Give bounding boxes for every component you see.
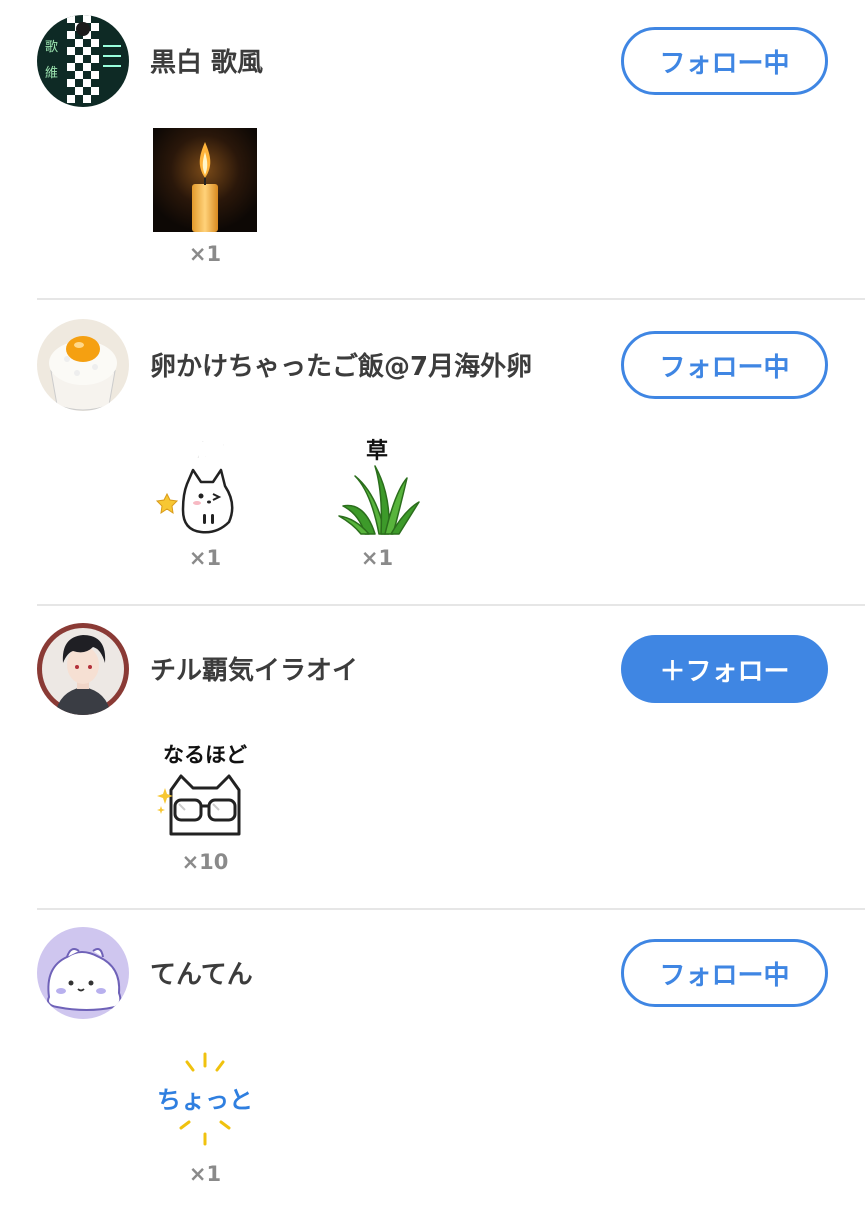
avatar-logo-text: 歌 (45, 40, 58, 55)
row-divider (37, 298, 865, 300)
sticker-caption: なるほど (163, 743, 247, 767)
following-button[interactable]: フォロー中 (621, 939, 828, 1007)
avatar-image (37, 319, 129, 411)
row-divider (37, 908, 865, 910)
sticker-item: 草 ×1 (325, 432, 429, 570)
username[interactable]: てんてん (150, 954, 253, 991)
sticker-count: ×1 (188, 546, 222, 570)
sticker-caption: またね (172, 439, 238, 464)
user-avatar[interactable] (37, 927, 129, 1019)
user-avatar[interactable] (37, 623, 129, 715)
following-button[interactable]: フォロー中 (621, 331, 828, 399)
grass-sticker-icon: 草 (338, 438, 420, 535)
sticker-item: またね ×1 (153, 432, 257, 570)
svg-text:維: 維 (45, 66, 58, 81)
username[interactable]: 黒白 歌風 (150, 42, 263, 79)
waving-cat-sticker-icon: またね (155, 439, 239, 534)
user-avatar[interactable]: 歌 維 (37, 15, 129, 107)
username[interactable]: チル覇気イラオイ (150, 650, 358, 687)
sticker-count: ×1 (188, 242, 222, 266)
sticker-caption: ちょっと (157, 1086, 253, 1114)
gift-sender-row: 卵かけちゃったご飯@7月海外卵 フォロー中 またね ×1 草 ×1 (0, 304, 865, 608)
chotto-sticker-icon: ちょっと (157, 1052, 253, 1146)
sticker-caption: 草 (366, 438, 388, 464)
gift-sender-row: 歌 維 黒白 歌風 フォロー中 ×1 (0, 0, 865, 304)
glasses-cat-sticker-icon: なるほど (157, 743, 247, 836)
avatar-image (37, 623, 129, 715)
following-button[interactable]: フォロー中 (621, 27, 828, 95)
row-divider (37, 604, 865, 606)
avatar-image (37, 927, 129, 1019)
candle-sticker-icon (153, 128, 257, 232)
sticker-item: なるほど ×10 (153, 736, 257, 874)
user-avatar[interactable] (37, 319, 129, 411)
sticker-count: ×10 (181, 850, 229, 874)
username[interactable]: 卵かけちゃったご飯@7月海外卵 (150, 346, 532, 383)
gift-sender-row: チル覇気イラオイ ＋フォロー なるほど ×10 (0, 608, 865, 912)
sticker-count: ×1 (360, 546, 394, 570)
sticker-item: ×1 (153, 128, 257, 266)
sticker-item: ちょっと ×1 (153, 1048, 257, 1186)
gift-sender-row: てんてん フォロー中 ちょっと ×1 (0, 912, 865, 1216)
sticker-count: ×1 (188, 1162, 222, 1186)
follow-button[interactable]: ＋フォロー (621, 635, 828, 703)
avatar-image: 歌 維 (37, 15, 129, 107)
